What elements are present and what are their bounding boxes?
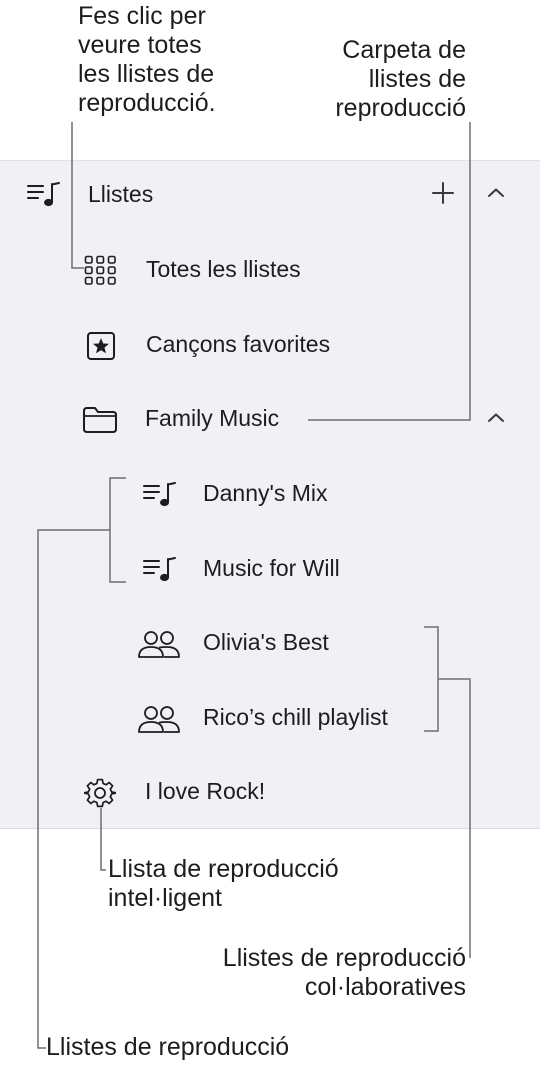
sidebar-item-smart-i-love-rock[interactable]: I love Rock! — [0, 770, 540, 814]
gear-icon — [84, 777, 116, 809]
callout-smart-playlist: Llista de reproducció intel·ligent — [108, 855, 339, 912]
chevron-up-icon[interactable] — [487, 412, 505, 424]
callout-all-playlists: Fes clic per veure totes les llistes de … — [78, 2, 216, 117]
playlist-icon — [142, 556, 178, 584]
people-icon — [137, 704, 181, 734]
sidebar-item-all-playlists[interactable]: Totes les llistes — [0, 248, 540, 292]
sidebar-item-collaborative-ricos-chill[interactable]: Rico’s chill playlist — [0, 696, 540, 740]
sidebar-panel: Llistes Totes les llistes Cançons favori… — [0, 160, 540, 829]
star-square-icon — [86, 331, 116, 361]
folder-icon — [82, 406, 118, 434]
sidebar-item-collaborative-olivias-best[interactable]: Olivia's Best — [0, 621, 540, 665]
sidebar-item-favorite-songs[interactable]: Cançons favorites — [0, 323, 540, 367]
sidebar-item-playlist-music-for-will[interactable]: Music for Will — [0, 547, 540, 591]
sidebar-item-label: Family Music — [145, 405, 280, 431]
sidebar-item-label: Music for Will — [203, 555, 340, 581]
plus-icon[interactable] — [432, 182, 454, 204]
sidebar-item-playlist-dannys-mix[interactable]: Danny's Mix — [0, 472, 540, 516]
chevron-up-icon[interactable] — [487, 187, 505, 199]
callout-collaborative-playlists: Llistes de reproducció col·laboratives — [222, 944, 466, 1001]
grid-icon — [84, 255, 117, 286]
sidebar-item-label: Rico’s chill playlist — [203, 704, 388, 730]
sidebar-item-label: Danny's Mix — [203, 480, 328, 506]
people-icon — [137, 629, 181, 659]
sidebar-item-label: Cançons favorites — [146, 331, 331, 357]
sidebar-item-label: Totes les llistes — [146, 256, 301, 282]
callout-playlists: Llistes de reproducció — [46, 1033, 290, 1061]
callout-playlist-folder: Carpeta de llistes de reproducció — [335, 36, 466, 122]
sidebar-item-folder-family-music[interactable]: Family Music — [0, 397, 540, 441]
sidebar-item-label: Olivia's Best — [203, 629, 329, 655]
playlist-icon — [26, 181, 62, 209]
playlist-icon — [142, 481, 178, 509]
sidebar-item-label: I love Rock! — [145, 778, 266, 804]
sidebar-section-title: Llistes — [88, 181, 154, 207]
sidebar-section-header[interactable]: Llistes — [0, 173, 540, 217]
